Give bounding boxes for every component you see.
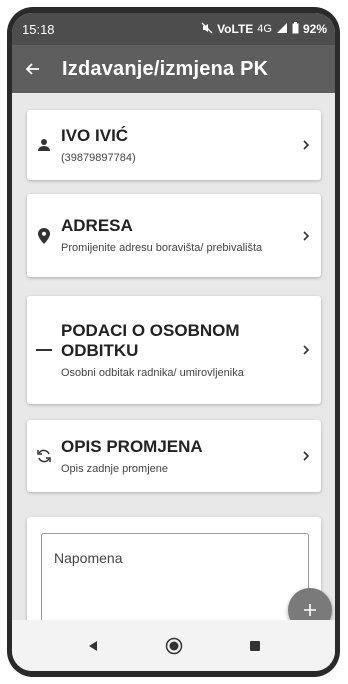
chevron-right-icon <box>291 344 321 356</box>
network-type: 4G <box>257 23 272 35</box>
person-icon <box>27 138 61 152</box>
card-subtitle: Osobni odbitak radnika/ umirovljenika <box>61 366 244 379</box>
phone-frame: 15:18 VoLTE 4G 92% Izdavanje/izmjena PK … <box>7 7 340 677</box>
personal-deduction-card[interactable]: PODACI O OSOBNOM ODBITKU Osobni odbitak … <box>27 296 321 404</box>
card-title: ADRESA <box>61 216 133 235</box>
system-nav-bar <box>12 620 335 671</box>
status-time: 15:18 <box>22 21 55 37</box>
change-description-card[interactable]: OPIS PROMJENA Opis zadnje promjene <box>27 420 321 492</box>
battery-percent: 92% <box>302 22 327 36</box>
page-title: Izdavanje/izmjena PK <box>62 57 269 80</box>
person-card[interactable]: IVO IVIĆ (39879897784) <box>27 110 321 180</box>
chevron-right-icon <box>291 230 321 242</box>
chevron-right-icon <box>291 450 321 462</box>
card-title: IVO IVIĆ <box>61 125 129 145</box>
mute-icon <box>201 22 213 37</box>
card-subtitle: Opis zadnje promjene <box>61 462 169 475</box>
address-card[interactable]: ADRESA Promijenite adresu boravišta/ pre… <box>27 194 321 277</box>
square-recents-icon[interactable] <box>240 631 270 661</box>
status-bar: 15:18 VoLTE 4G 92% <box>12 13 335 45</box>
card-subtitle: (39879897784) <box>61 151 136 164</box>
location-pin-icon <box>27 227 61 244</box>
plus-icon <box>304 604 316 616</box>
status-icons: VoLTE 4G 92% <box>201 21 327 37</box>
notes-textarea[interactable]: Napomena <box>41 533 309 620</box>
card-text: IVO IVIĆ (39879897784) <box>61 126 291 165</box>
main-content: IVO IVIĆ (39879897784) ADRESA Promijenit… <box>12 93 335 620</box>
card-text: PODACI O OSOBNOM ODBITKU Osobni odbitak … <box>61 321 291 380</box>
triangle-back-icon[interactable] <box>78 631 108 661</box>
signal-icon <box>276 22 288 37</box>
card-subtitle: Promijenite adresu boravišta/ prebivališ… <box>61 242 263 254</box>
notes-placeholder: Napomena <box>54 550 123 566</box>
minus-icon <box>27 348 61 352</box>
arrow-left-icon[interactable] <box>12 45 52 93</box>
battery-icon <box>292 21 299 37</box>
volte-badge: VoLTE <box>217 22 254 36</box>
chevron-right-icon <box>291 139 321 151</box>
screen: 15:18 VoLTE 4G 92% Izdavanje/izmjena PK … <box>12 13 335 671</box>
card-title: OPIS PROMJENA <box>61 436 203 456</box>
sync-icon <box>27 448 61 464</box>
home-circle-icon[interactable] <box>159 631 189 661</box>
card-text: OPIS PROMJENA Opis zadnje promjene <box>61 437 291 476</box>
app-bar: Izdavanje/izmjena PK <box>12 45 335 93</box>
card-text: ADRESA Promijenite adresu boravišta/ pre… <box>61 216 291 255</box>
notes-card: Napomena <box>27 517 321 620</box>
card-title: PODACI O OSOBNOM ODBITKU <box>61 320 240 360</box>
